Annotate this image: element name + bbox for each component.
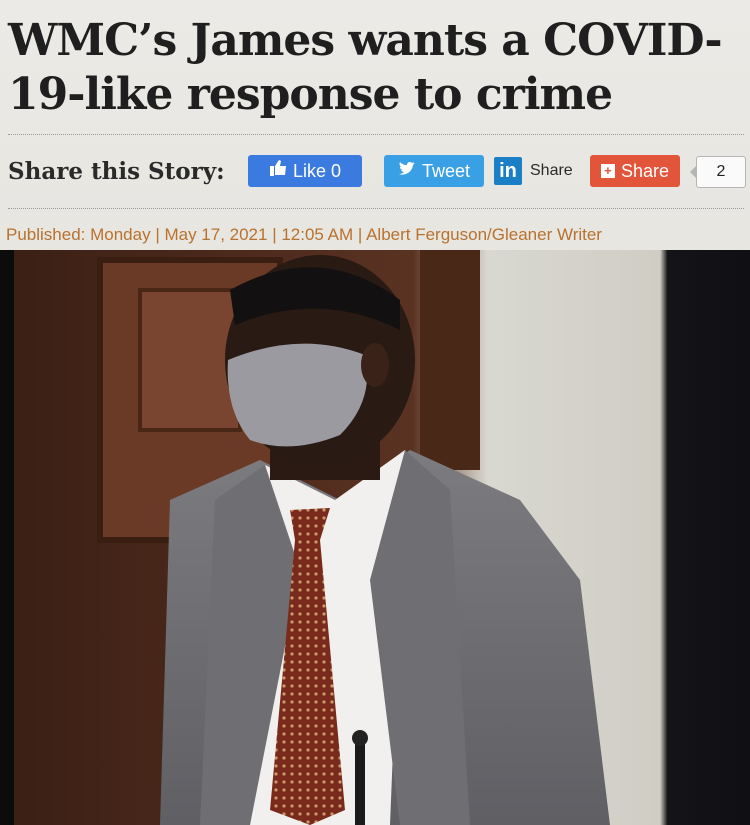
facebook-like-button[interactable]: Like 0 [248, 155, 362, 187]
share-bar: Share this Story: Like 0 Tweet in Share … [8, 152, 748, 192]
article-headline: WMC’s James wants a COVID-19-like respon… [8, 15, 723, 120]
share-button[interactable]: + Share [590, 155, 680, 187]
divider [8, 208, 744, 209]
share-label: Share this Story: [8, 158, 225, 185]
article-page: WMC’s James wants a COVID-19-like respon… [0, 0, 750, 825]
published-byline: Published: Monday | May 17, 2021 | 12:05… [6, 225, 602, 244]
tweet-label: Tweet [421, 161, 471, 181]
article-photo [0, 250, 750, 825]
plus-icon: + [600, 164, 615, 178]
linkedin-icon: in [494, 157, 522, 185]
share-label-text: Share [620, 161, 670, 181]
divider [8, 134, 744, 135]
linkedin-share-label: Share [530, 162, 573, 179]
thumbs-up-icon [269, 155, 287, 187]
tweet-button[interactable]: Tweet [384, 155, 484, 187]
like-label: Like 0 [292, 161, 342, 181]
share-count-badge: 2 [690, 156, 746, 188]
linkedin-share-button[interactable]: in Share [494, 155, 573, 187]
twitter-bird-icon [398, 155, 416, 187]
